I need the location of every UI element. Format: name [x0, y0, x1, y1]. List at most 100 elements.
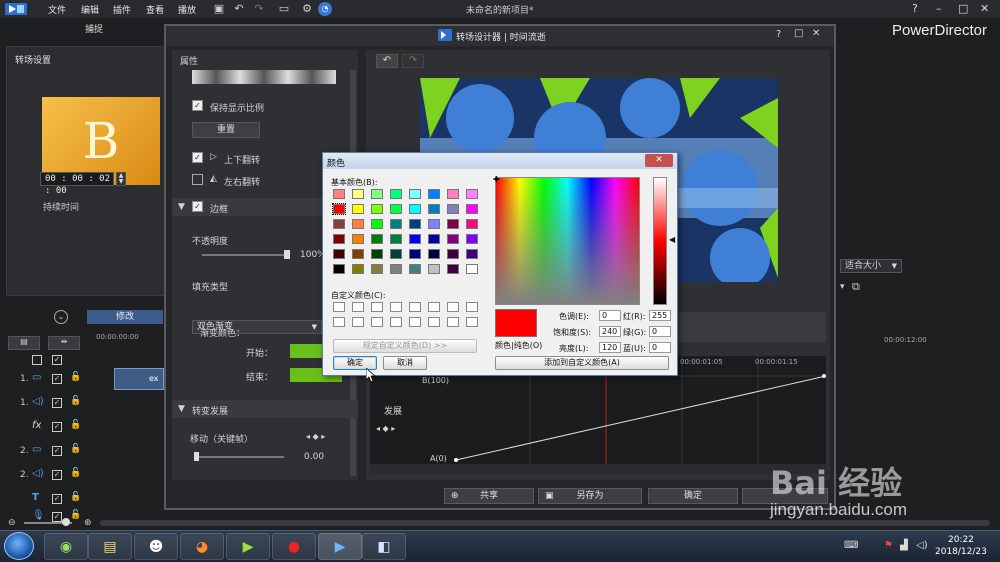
timeline-ruler[interactable]: 00:00:00:00: [96, 333, 164, 351]
help-icon[interactable]: ?: [776, 29, 781, 40]
fit-size-select[interactable]: 适合大小 ▼: [840, 259, 902, 273]
basic-color-swatch[interactable]: [466, 234, 478, 244]
basic-color-swatch[interactable]: [466, 204, 478, 214]
help-icon[interactable]: ?: [912, 2, 918, 15]
zoom-slider-thumb[interactable]: [62, 518, 70, 526]
lock-icon[interactable]: 🔓: [70, 492, 81, 502]
basic-color-swatch[interactable]: [447, 249, 459, 259]
duration-input[interactable]: 00 : 00 : 02 : 00: [40, 172, 114, 196]
saturation-input[interactable]: 240: [599, 326, 621, 337]
custom-color-swatch[interactable]: [352, 302, 364, 312]
custom-color-swatch[interactable]: [371, 302, 383, 312]
basic-color-swatch[interactable]: [352, 219, 364, 229]
taskbar-recorder-icon[interactable]: ●: [272, 533, 316, 560]
border-checkbox[interactable]: ✓: [192, 201, 203, 212]
basic-color-swatch[interactable]: [447, 204, 459, 214]
basic-color-swatch[interactable]: [466, 219, 478, 229]
track-enable-checkbox[interactable]: ✓: [52, 512, 62, 522]
custom-color-swatch[interactable]: [390, 317, 402, 327]
basic-color-swatch[interactable]: [409, 204, 421, 214]
basic-color-swatch[interactable]: [447, 264, 459, 274]
keep-ratio-checkbox[interactable]: ✓: [192, 100, 203, 111]
zoom-in-icon[interactable]: ⊕: [84, 518, 92, 528]
close-icon[interactable]: ✕: [980, 2, 989, 15]
basic-color-swatch[interactable]: [333, 249, 345, 259]
lock-icon[interactable]: 🔓: [70, 510, 81, 520]
basic-color-swatch[interactable]: [390, 189, 402, 199]
lock-icon[interactable]: 🔓: [70, 372, 81, 382]
custom-color-swatch[interactable]: [371, 317, 383, 327]
color-spectrum[interactable]: [495, 177, 640, 305]
close-icon[interactable]: ✕: [645, 154, 673, 167]
basic-color-swatch[interactable]: [371, 264, 383, 274]
undo-icon[interactable]: ↶: [232, 2, 246, 16]
taskbar-powerdirector-icon[interactable]: ▶: [318, 533, 362, 560]
track-manager-icon[interactable]: ▤: [8, 336, 40, 350]
taskbar-media-icon[interactable]: ▶: [226, 533, 270, 560]
expand-chevron-icon[interactable]: ⌄: [54, 310, 68, 324]
track-enable-checkbox[interactable]: ✓: [52, 374, 62, 384]
settings-gear-icon[interactable]: ⚙: [300, 2, 314, 16]
undo-icon[interactable]: ↶: [376, 54, 398, 68]
lock-icon[interactable]: 🔓: [70, 420, 81, 430]
basic-color-swatch[interactable]: [409, 219, 421, 229]
basic-color-swatch[interactable]: [352, 204, 364, 214]
opacity-slider[interactable]: [202, 254, 290, 256]
expand-chevron-icon[interactable]: ▾: [840, 282, 845, 292]
timeline-clip[interactable]: ex: [114, 368, 164, 390]
select-all-checkbox[interactable]: [32, 355, 42, 365]
track-enable-checkbox[interactable]: ✓: [52, 446, 62, 456]
custom-color-swatch[interactable]: [352, 317, 364, 327]
share-button[interactable]: ⊕ 共享: [444, 488, 534, 504]
basic-color-swatch[interactable]: [447, 189, 459, 199]
basic-color-swatch[interactable]: [333, 219, 345, 229]
blue-input[interactable]: 0: [649, 342, 671, 353]
spectrum-crosshair-icon[interactable]: ✚: [493, 175, 500, 184]
taskbar-qq-icon[interactable]: ☻: [134, 533, 178, 560]
menu-plugins[interactable]: 插件: [113, 3, 131, 16]
menu-file[interactable]: 文件: [48, 3, 66, 16]
custom-color-swatch[interactable]: [447, 302, 459, 312]
custom-color-swatch[interactable]: [428, 302, 440, 312]
menu-edit[interactable]: 编辑: [81, 3, 99, 16]
basic-color-swatch[interactable]: [371, 204, 383, 214]
define-custom-colors-button[interactable]: 规定自定义颜色(D) >>: [333, 339, 477, 353]
timeline-scrollbar[interactable]: [100, 520, 990, 526]
basic-color-swatch[interactable]: [409, 264, 421, 274]
add-custom-color-button[interactable]: 添加到自定义颜色(A): [495, 356, 669, 370]
basic-color-swatch[interactable]: [333, 189, 345, 199]
motion-slider-thumb[interactable]: [194, 452, 199, 461]
mask-preview-strip[interactable]: [192, 70, 336, 84]
green-input[interactable]: 0: [649, 326, 671, 337]
basic-color-swatch[interactable]: [390, 234, 402, 244]
modify-button[interactable]: 修改: [87, 310, 163, 324]
basic-color-swatch[interactable]: [447, 234, 459, 244]
taskbar-app-icon[interactable]: ◧: [362, 533, 406, 560]
account-icon[interactable]: ◔: [318, 2, 332, 16]
luminance-bar[interactable]: [653, 177, 667, 305]
basic-color-swatch[interactable]: [390, 219, 402, 229]
basic-color-swatch[interactable]: [409, 189, 421, 199]
network-icon[interactable]: ▟: [900, 540, 908, 551]
external-window-icon[interactable]: ⧉: [852, 280, 860, 294]
hue-input[interactable]: 0: [599, 310, 621, 321]
basic-color-swatch[interactable]: [352, 264, 364, 274]
curve-scrollbar[interactable]: [370, 464, 826, 474]
custom-color-swatch[interactable]: [409, 317, 421, 327]
taskbar-app-360-icon[interactable]: ◉: [44, 533, 88, 560]
flip-vertical-checkbox[interactable]: ✓: [192, 152, 203, 163]
lock-icon[interactable]: 🔓: [70, 468, 81, 478]
basic-color-swatch[interactable]: [428, 219, 440, 229]
luminance-input[interactable]: 120: [599, 342, 621, 353]
basic-color-swatch[interactable]: [428, 249, 440, 259]
close-icon[interactable]: ✕: [812, 28, 820, 39]
keyframe-nav-icon[interactable]: ◂ ◆ ▸: [376, 424, 395, 433]
basic-color-swatch[interactable]: [409, 234, 421, 244]
basic-color-swatch[interactable]: [332, 203, 346, 215]
custom-color-swatch[interactable]: [333, 317, 345, 327]
basic-color-swatch[interactable]: [447, 219, 459, 229]
taskbar-explorer-icon[interactable]: ▤: [88, 533, 132, 560]
basic-color-swatch[interactable]: [352, 234, 364, 244]
taskbar-firefox-icon[interactable]: ◕: [180, 533, 224, 560]
basic-color-swatch[interactable]: [371, 249, 383, 259]
